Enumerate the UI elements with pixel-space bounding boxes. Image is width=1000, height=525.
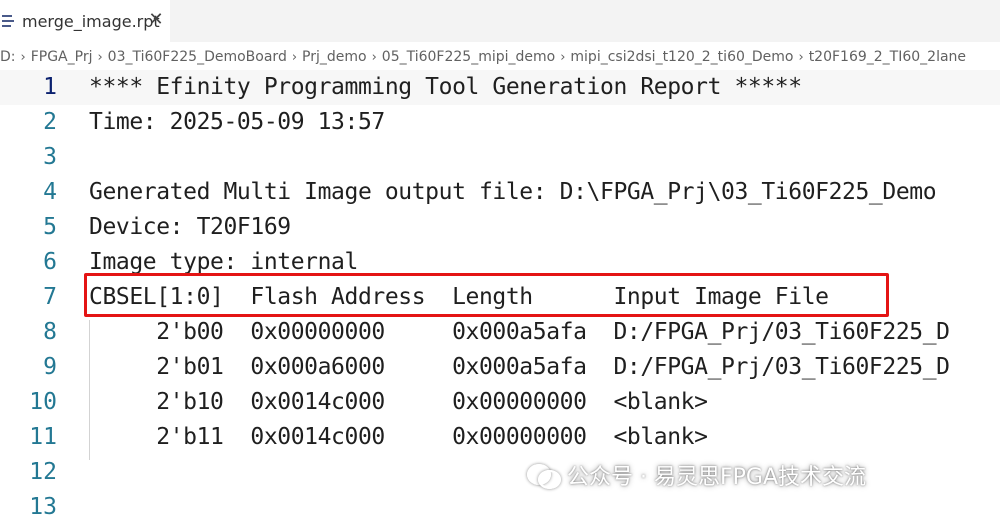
breadcrumb: D: › FPGA_Prj › 03_Ti60F225_DemoBoard › Prj_de…: [0, 42, 1000, 72]
code-line: 1 **** Efinity Programming Tool Generatio…: [0, 70, 1000, 105]
line-number: 1: [43, 74, 57, 100]
line-number: 13: [29, 494, 57, 520]
code-line: 10 2'b10 0x0014c000 0x00000000 <blank>: [0, 385, 1000, 420]
code-text: **** Efinity Programming Tool Generation…: [89, 74, 802, 100]
code-text: 2'b01 0x000a6000 0x000a5afa D:/FPGA_Prj/…: [89, 354, 950, 380]
code-line: 11 2'b11 0x0014c000 0x00000000 <blank>: [0, 420, 1000, 455]
code-text: 2'b00 0x00000000 0x000a5afa D:/FPGA_Prj/…: [89, 319, 950, 345]
chevron-right-icon: ›: [371, 49, 377, 65]
code-line: 2 Time: 2025-05-09 13:57: [0, 105, 1000, 140]
chevron-right-icon: ›: [97, 49, 103, 65]
chevron-right-icon: ›: [560, 49, 566, 65]
chevron-right-icon: ›: [20, 49, 26, 65]
close-icon[interactable]: ✕: [147, 10, 165, 30]
watermark: 公众号 · 易灵思FPGA技术交流: [527, 455, 866, 495]
line-number: 7: [43, 284, 57, 310]
breadcrumb-item[interactable]: 03_Ti60F225_DemoBoard: [108, 49, 287, 65]
code-text: Generated Multi Image output file: D:\FP…: [89, 179, 937, 205]
code-text: Time: 2025-05-09 13:57: [89, 109, 385, 135]
code-line: 13: [0, 490, 1000, 525]
breadcrumb-item[interactable]: mipi_csi2dsi_t120_2_ti60_Demo: [570, 49, 793, 65]
line-number: 11: [29, 424, 57, 450]
breadcrumb-item[interactable]: D:: [0, 49, 16, 65]
line-number: 10: [29, 389, 57, 415]
file-lines-icon: [2, 13, 16, 29]
line-number: 6: [43, 249, 57, 275]
line-number: 5: [43, 214, 57, 240]
highlight-box: [84, 273, 889, 317]
code-line: 3: [0, 140, 1000, 175]
code-text: 2'b10 0x0014c000 0x00000000 <blank>: [89, 389, 708, 415]
line-number: 9: [43, 354, 57, 380]
code-line: 4 Generated Multi Image output file: D:\F…: [0, 175, 1000, 210]
breadcrumb-item[interactable]: FPGA_Prj: [31, 49, 93, 65]
tab-bar: merge_image.rpt ✕: [0, 0, 1000, 42]
line-number: 3: [43, 144, 57, 170]
line-number: 4: [43, 179, 57, 205]
code-text: Device: T20F169: [89, 214, 291, 240]
code-line: 5 Device: T20F169: [0, 210, 1000, 245]
tab-merge-image-rpt[interactable]: merge_image.rpt ✕: [0, 0, 170, 42]
wechat-icon: [527, 462, 561, 489]
breadcrumb-item[interactable]: 05_Ti60F225_mipi_demo: [382, 49, 555, 65]
breadcrumb-item[interactable]: t20F169_2_TI60_2lane: [809, 49, 966, 65]
chevron-right-icon: ›: [291, 49, 298, 65]
line-number: 2: [43, 109, 57, 135]
line-number: 8: [43, 319, 57, 345]
code-line: 9 2'b01 0x000a6000 0x000a5afa D:/FPGA_Pr…: [0, 350, 1000, 385]
tab-label: merge_image.rpt: [22, 11, 160, 31]
watermark-text: 公众号 · 易灵思FPGA技术交流: [567, 465, 866, 490]
code-line: 8 2'b00 0x00000000 0x000a5afa D:/FPGA_Pr…: [0, 315, 1000, 350]
line-number: 12: [29, 459, 57, 485]
breadcrumb-item[interactable]: Prj_demo: [302, 49, 367, 65]
code-text: 2'b11 0x0014c000 0x00000000 <blank>: [89, 424, 708, 450]
chevron-right-icon: ›: [798, 49, 804, 65]
